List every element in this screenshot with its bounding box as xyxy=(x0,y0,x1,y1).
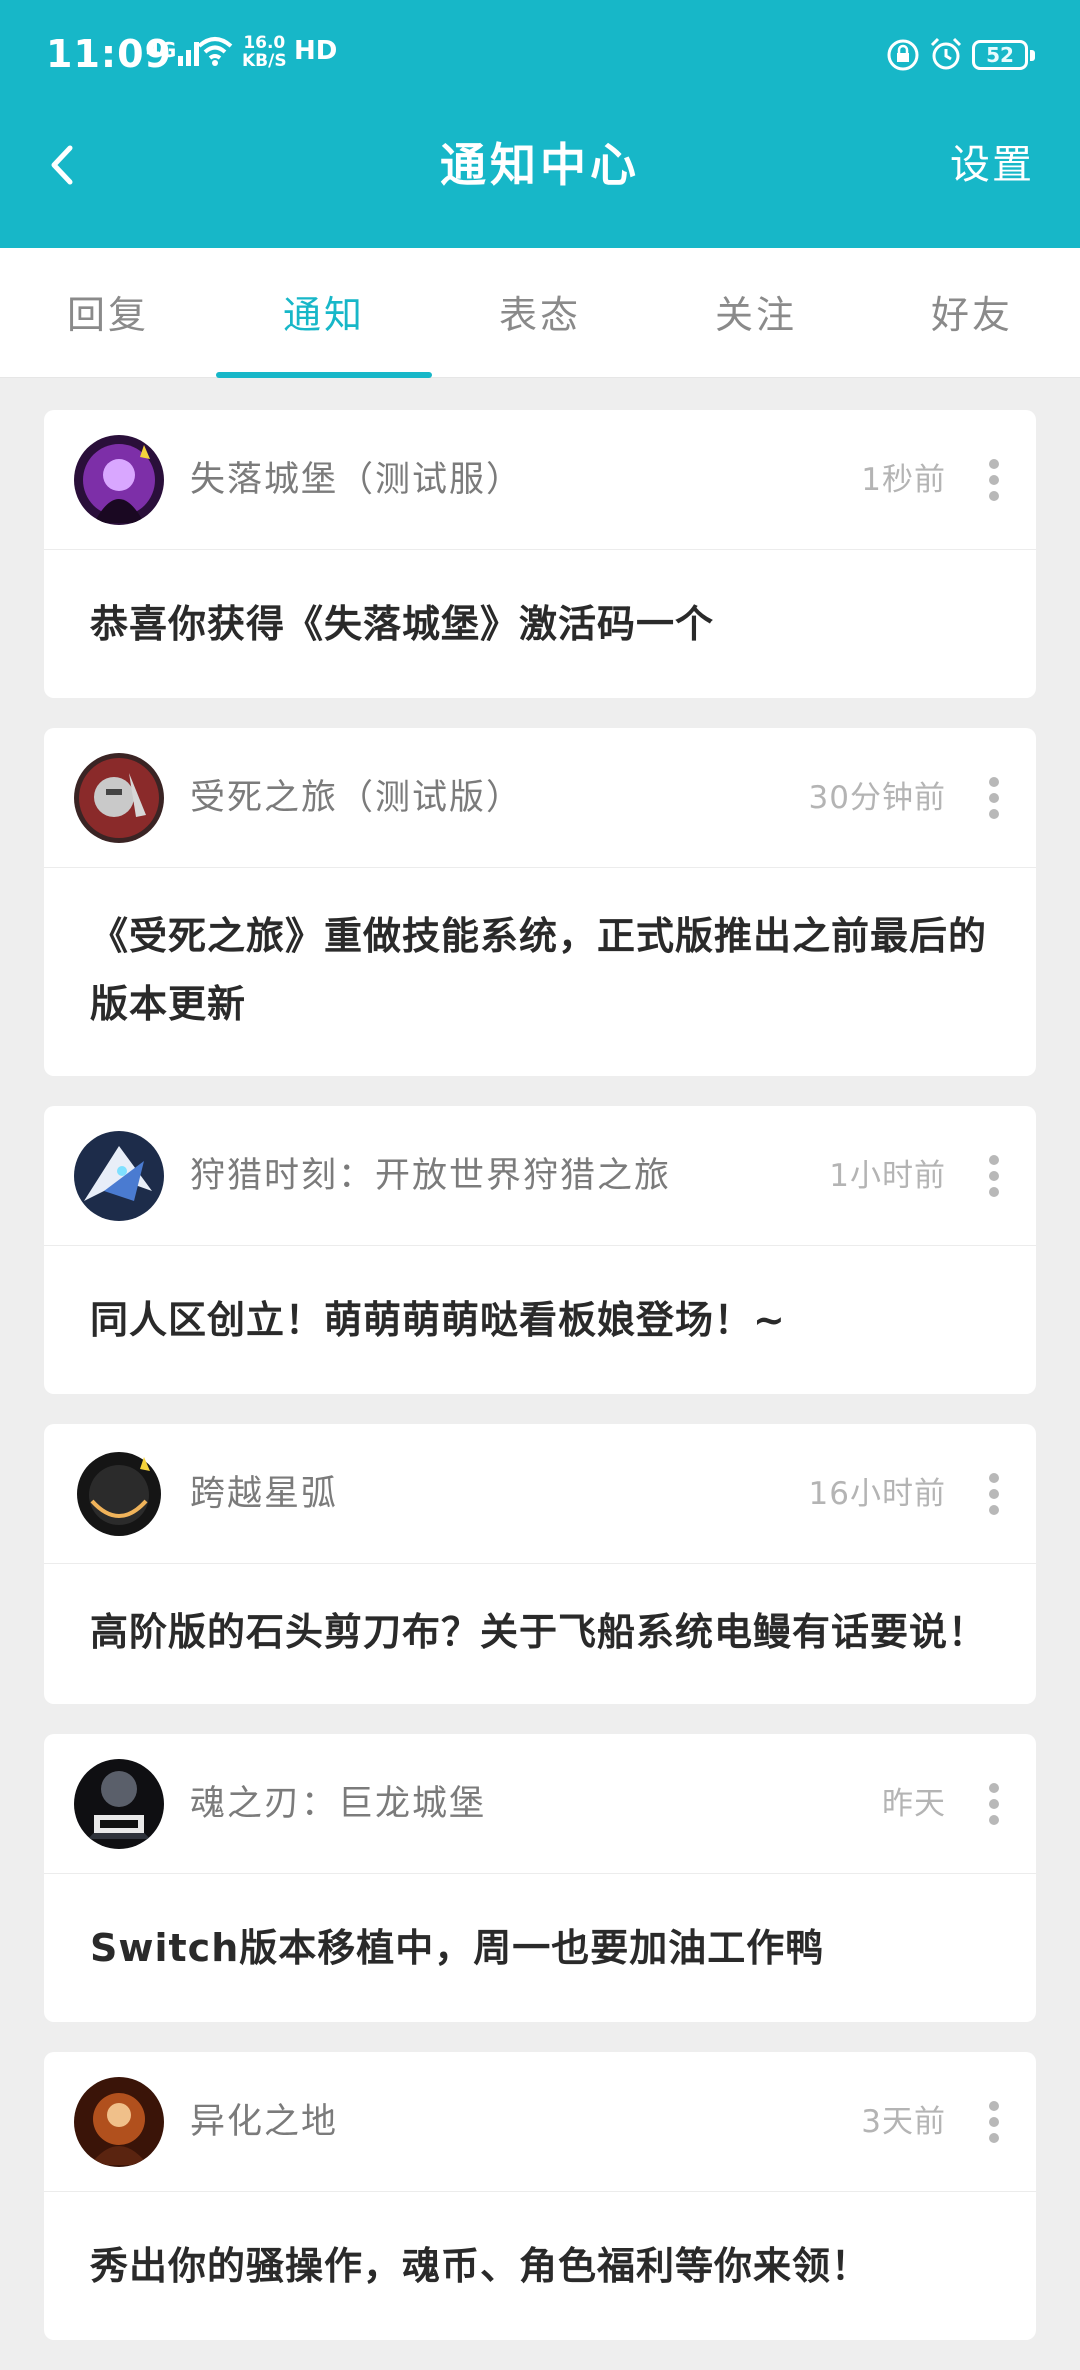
battery-icon: 52 xyxy=(972,40,1035,70)
timestamp: 30分钟前 xyxy=(808,780,946,816)
notification-message[interactable]: Switch版本移植中，周一也要加油工作鸭 xyxy=(44,1874,1036,2022)
tab-notifications[interactable]: 通知 xyxy=(216,248,432,378)
notification-card: 失落城堡（测试服） 1秒前 恭喜你获得《失落城堡》激活码一个 xyxy=(44,410,1036,698)
notification-message[interactable]: 恭喜你获得《失落城堡》激活码一个 xyxy=(44,550,1036,698)
soul-blade-avatar[interactable] xyxy=(74,1759,164,1849)
hd-indicator: HD xyxy=(294,36,338,66)
notification-card: 跨越星弧 16小时前 高阶版的石头剪刀布？关于飞船系统电鳗有话要说！ xyxy=(44,1424,1036,1704)
notification-message[interactable]: 高阶版的石头剪刀布？关于飞船系统电鳗有话要说！ xyxy=(44,1564,1036,1704)
notification-message[interactable]: 秀出你的骚操作，魂币、角色福利等你来领！ xyxy=(44,2192,1036,2340)
alarm-icon xyxy=(930,37,962,70)
tab-reactions[interactable]: 表态 xyxy=(432,248,648,378)
hunting-moment-avatar[interactable] xyxy=(74,1131,164,1221)
notification-message[interactable]: 同人区创立！萌萌萌萌哒看板娘登场！~ xyxy=(44,1246,1036,1394)
timestamp: 1秒前 xyxy=(861,462,946,498)
game-name[interactable]: 狩猎时刻：开放世界狩猎之旅 xyxy=(190,1106,671,1246)
wifi-icon xyxy=(197,37,233,66)
tab-reply[interactable]: 回复 xyxy=(0,248,216,378)
more-options-icon[interactable] xyxy=(986,774,1002,822)
game-name[interactable]: 失落城堡（测试服） xyxy=(190,410,523,550)
tab-bar: 回复 通知 表态 关注 好友 xyxy=(0,248,1080,378)
alien-land-avatar[interactable] xyxy=(74,2077,164,2167)
death-journey-avatar[interactable] xyxy=(74,753,164,843)
more-options-icon[interactable] xyxy=(986,1780,1002,1828)
lock-rotation-icon xyxy=(887,39,919,71)
timestamp: 3天前 xyxy=(861,2104,946,2140)
timestamp: 16小时前 xyxy=(808,1476,946,1512)
page-title: 通知中心 xyxy=(440,138,640,192)
notification-list: 失落城堡（测试服） 1秒前 恭喜你获得《失落城堡》激活码一个 受死之旅（测试版）… xyxy=(44,410,1036,2370)
status-bar: 11:09 4G 16.0 KB/S HD 52 xyxy=(0,0,1080,110)
game-name[interactable]: 异化之地 xyxy=(190,2052,338,2192)
lost-castle-avatar[interactable] xyxy=(74,435,164,525)
game-name[interactable]: 跨越星弧 xyxy=(190,1424,338,1564)
timestamp: 1小时前 xyxy=(829,1158,946,1194)
more-options-icon[interactable] xyxy=(986,1470,1002,1518)
active-tab-indicator xyxy=(216,372,432,378)
tab-friends[interactable]: 好友 xyxy=(864,248,1080,378)
notification-card: 受死之旅（测试版） 30分钟前 《受死之旅》重做技能系统，正式版推出之前最后的版… xyxy=(44,728,1036,1076)
more-options-icon[interactable] xyxy=(986,456,1002,504)
game-name[interactable]: 受死之旅（测试版） xyxy=(190,728,523,868)
more-options-icon[interactable] xyxy=(986,1152,1002,1200)
app-header: 11:09 4G 16.0 KB/S HD 52 通知中心 设置 xyxy=(0,0,1080,248)
more-options-icon[interactable] xyxy=(986,2098,1002,2146)
notification-card: 狩猎时刻：开放世界狩猎之旅 1小时前 同人区创立！萌萌萌萌哒看板娘登场！~ xyxy=(44,1106,1036,1394)
network-speed: 16.0 KB/S xyxy=(242,33,287,71)
star-arc-avatar[interactable] xyxy=(74,1449,164,1539)
tab-follow[interactable]: 关注 xyxy=(648,248,864,378)
game-name[interactable]: 魂之刃：巨龙城堡 xyxy=(190,1734,486,1874)
notification-card: 魂之刃：巨龙城堡 昨天 Switch版本移植中，周一也要加油工作鸭 xyxy=(44,1734,1036,2022)
notification-message[interactable]: 《受死之旅》重做技能系统，正式版推出之前最后的版本更新 xyxy=(44,868,1036,1076)
notification-card: 异化之地 3天前 秀出你的骚操作，魂币、角色福利等你来领！ xyxy=(44,2052,1036,2340)
timestamp: 昨天 xyxy=(882,1786,946,1822)
settings-button[interactable]: 设置 xyxy=(950,130,1034,200)
